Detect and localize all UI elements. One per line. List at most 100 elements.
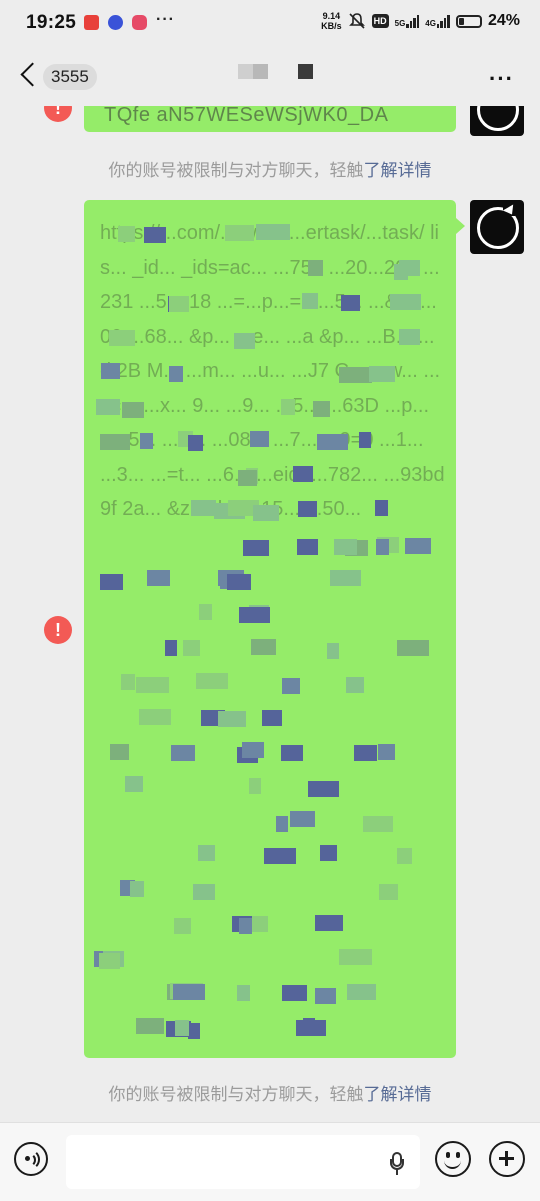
redaction-block (199, 603, 212, 620)
redaction-block (242, 741, 264, 758)
redaction-block (136, 676, 169, 693)
redaction-block (136, 1017, 164, 1034)
redaction-block (376, 538, 389, 555)
redaction-block (173, 984, 205, 1000)
redaction-block (397, 848, 412, 864)
redaction-block (239, 918, 252, 934)
emoji-icon[interactable] (435, 1141, 471, 1177)
redaction-block (139, 709, 171, 725)
redaction-block (251, 639, 276, 655)
plus-icon[interactable] (489, 1141, 525, 1177)
redaction-block (243, 539, 269, 556)
signal-4g-icon: 4G (425, 14, 450, 28)
message-bubble[interactable]: TQfe aN57WESeWSjWK0_DA (84, 106, 456, 132)
redaction-block (346, 676, 364, 693)
message-text: https://...com/... wx... ...ertask/...ta… (100, 222, 445, 520)
redaction-block (201, 710, 225, 726)
back-icon[interactable] (20, 62, 45, 87)
redaction-block (99, 952, 120, 969)
message-input[interactable] (66, 1135, 420, 1189)
redaction-block (121, 673, 135, 690)
redaction-block (167, 984, 187, 1000)
redaction-block (165, 640, 177, 656)
redaction-block (166, 1020, 191, 1037)
more-notifications-icon: ··· (156, 10, 175, 28)
redaction-block (379, 883, 398, 900)
system-notice: 你的账号被限制与对方聊天，轻触了解详情 (108, 1085, 432, 1104)
redaction-block (282, 985, 307, 1001)
error-icon[interactable]: ! (44, 106, 72, 122)
redaction-block (249, 604, 269, 621)
voice-icon[interactable] (14, 1142, 48, 1176)
status-time: 19:25 (26, 12, 77, 33)
redaction-block (249, 778, 261, 794)
redaction-block (378, 743, 395, 760)
redaction-block (354, 744, 377, 761)
battery-icon (455, 14, 482, 28)
redaction-block (175, 1019, 189, 1036)
error-icon[interactable]: ! (44, 616, 72, 644)
contact-name-redacted (238, 64, 313, 79)
status-right: 9.14 KB/s HD 5G 4G 24% (321, 11, 520, 31)
chat-area[interactable]: ! TQfe aN57WESeWSjWK0_DA 你的账号被限制与对方聊天，轻触… (0, 106, 540, 1122)
redaction-block (315, 915, 343, 931)
redaction-block (252, 916, 268, 932)
input-bar (0, 1122, 540, 1201)
redaction-block (330, 570, 361, 586)
signal-5g-icon: 5G (395, 14, 420, 28)
system-notice: 你的账号被限制与对方聊天，轻触了解详情 (108, 161, 432, 180)
redaction-block (334, 538, 357, 555)
redaction-block (130, 880, 144, 897)
redaction-block (227, 574, 251, 590)
battery-percent: 24% (487, 12, 520, 29)
redaction-block (308, 781, 339, 797)
redaction-block (347, 984, 376, 1000)
redaction-block (297, 538, 318, 555)
redaction-block (232, 916, 263, 932)
status-bar: 19:25 ··· 9.14 KB/s HD 5G 4G 24% (0, 0, 540, 48)
mic-icon[interactable] (390, 1152, 404, 1176)
redaction-block (237, 985, 250, 1001)
redaction-block (170, 983, 203, 999)
net-speed: 9.14 KB/s (321, 11, 342, 31)
redaction-block (198, 845, 215, 861)
app-notification-icon (108, 15, 123, 30)
app-notification-icon (132, 15, 147, 30)
redaction-block (94, 950, 121, 967)
redaction-block (120, 879, 135, 896)
redaction-block (339, 948, 372, 965)
redaction-block (239, 606, 270, 623)
redaction-block (218, 570, 244, 586)
redaction-block (188, 1022, 200, 1039)
redaction-block (281, 744, 303, 761)
redaction-block (171, 744, 195, 761)
redaction-block (110, 743, 129, 760)
learn-more-link[interactable]: 了解详情 (364, 1085, 432, 1104)
redaction-block (100, 574, 123, 590)
redaction-block (218, 711, 246, 727)
redaction-block (327, 643, 339, 659)
redaction-block (405, 537, 431, 554)
redaction-block (196, 672, 228, 689)
redaction-block (174, 918, 191, 934)
redaction-block (264, 848, 296, 864)
avatar[interactable] (470, 200, 524, 254)
unread-count-badge[interactable]: 3555 (43, 64, 97, 90)
learn-more-link[interactable]: 了解详情 (364, 161, 432, 180)
more-icon[interactable]: ··· (489, 66, 514, 92)
redaction-block (320, 845, 337, 861)
redaction-block (147, 570, 170, 586)
redaction-block (303, 1017, 315, 1034)
redaction-block (276, 815, 288, 832)
redaction-block (220, 573, 235, 589)
app-notification-icon (84, 15, 99, 30)
redaction-block (315, 988, 336, 1004)
redaction-block (237, 746, 258, 763)
message-text: TQfe aN57WESeWSjWK0_DA (104, 106, 389, 126)
redaction-block (290, 810, 315, 827)
avatar[interactable] (470, 106, 524, 136)
redaction-block (377, 536, 399, 553)
message-bubble[interactable]: https://...com/... wx... ...ertask/...ta… (84, 200, 456, 1058)
redaction-block (397, 640, 429, 656)
notification-icons: ··· (84, 11, 175, 30)
